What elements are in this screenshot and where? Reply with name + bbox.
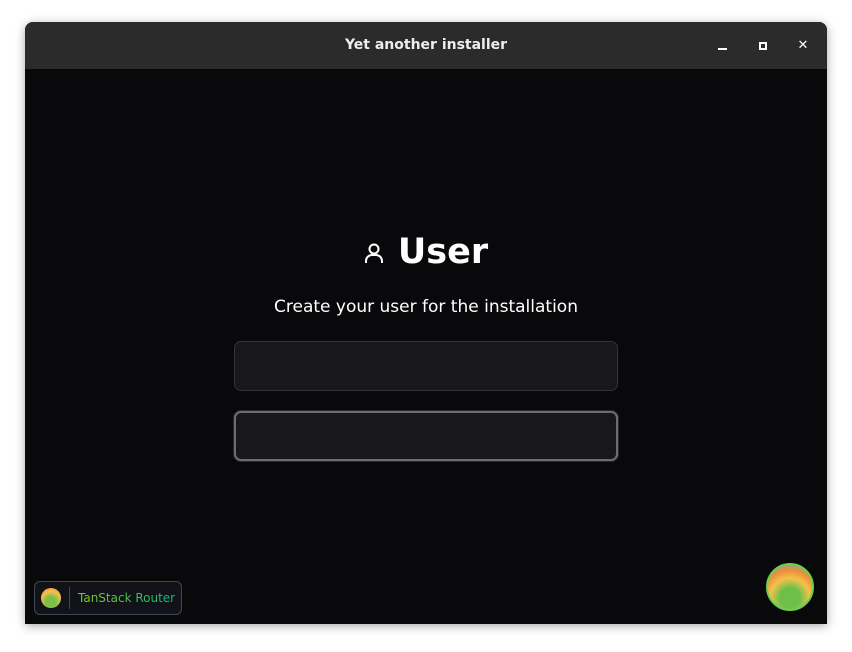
minimize-icon bbox=[717, 48, 727, 50]
maximize-button[interactable] bbox=[751, 34, 775, 58]
password-input[interactable] bbox=[234, 411, 618, 461]
close-icon: ✕ bbox=[797, 38, 809, 53]
username-input[interactable] bbox=[234, 341, 618, 391]
tanstack-label: TanStack Router bbox=[78, 591, 176, 605]
user-icon bbox=[364, 243, 383, 263]
minimize-button[interactable] bbox=[710, 34, 734, 58]
tanstack-logo-icon bbox=[41, 588, 61, 608]
devtools-toggle-button[interactable] bbox=[766, 563, 814, 611]
app-window: Yet another installer ✕ User Create your… bbox=[25, 22, 827, 624]
divider bbox=[69, 587, 70, 609]
window-title: Yet another installer bbox=[344, 37, 508, 53]
page-heading: User bbox=[25, 232, 827, 272]
page-subtitle: Create your user for the installation bbox=[274, 297, 578, 317]
maximize-icon bbox=[759, 42, 767, 50]
close-button[interactable]: ✕ bbox=[791, 34, 815, 58]
tanstack-devtools-button[interactable]: TanStack Router bbox=[34, 581, 182, 615]
title-bar: Yet another installer ✕ bbox=[25, 22, 827, 69]
page-title: User bbox=[397, 232, 489, 272]
